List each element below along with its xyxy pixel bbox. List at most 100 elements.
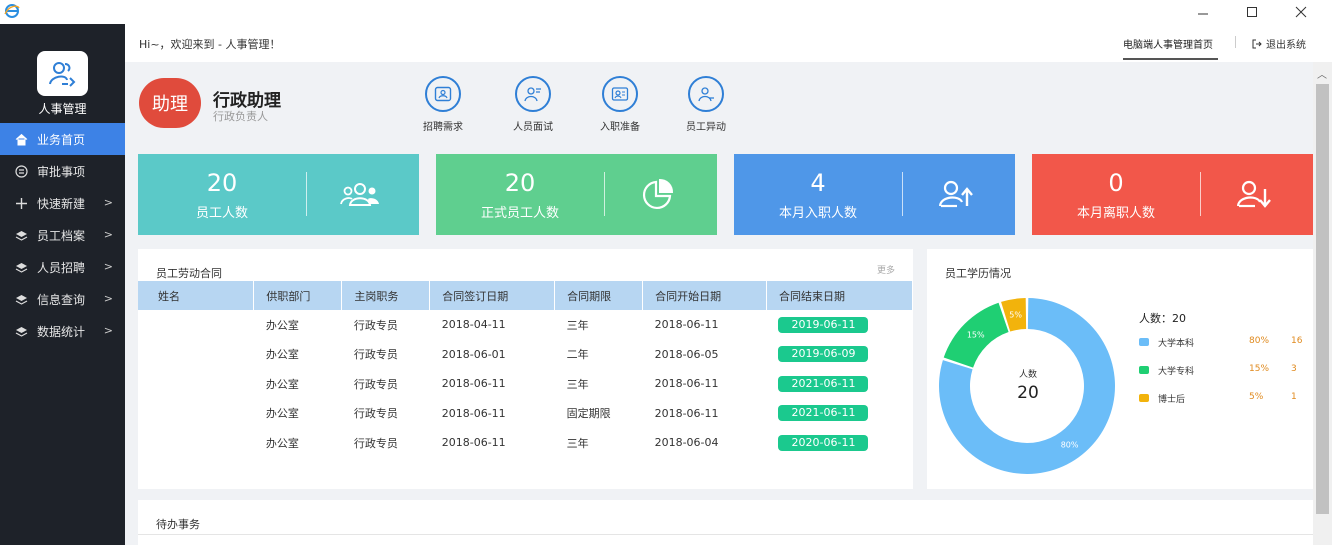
table-row[interactable]: 办公室 行政专员 2018-04-11 三年 2018-06-11 2019-06-11 — [138, 310, 913, 340]
legend-pct: 15% — [1249, 364, 1270, 374]
table-cell — [138, 428, 254, 458]
contract-end-cell: 2019-06-09 — [766, 340, 912, 370]
donut-center-value: 20 — [1017, 383, 1039, 403]
legend-pct: 5% — [1249, 392, 1264, 402]
chevron-right-icon: > — [103, 228, 113, 241]
table-cell: 固定期限 — [566, 407, 611, 421]
main-scrollbar[interactable]: ︿ — [1313, 62, 1332, 545]
quick-action-interview[interactable]: 人员面试 — [498, 76, 568, 133]
column-header[interactable]: 合同期限 — [554, 281, 644, 310]
stat-card-month-hired[interactable]: 4 本月入职人数 — [734, 154, 1015, 235]
sidebar-item-label: 审批事项 — [37, 164, 86, 179]
legend-item[interactable]: 博士后 5% 1 — [1139, 391, 1309, 405]
table-cell: 三年 — [566, 436, 589, 450]
stat-label: 正式员工人数 — [480, 206, 559, 221]
donut-slice-label: 5% — [1009, 310, 1022, 319]
sidebar-item-approvals[interactable]: 审批事项 — [0, 155, 125, 187]
table-cell: 2018-04-11 — [441, 318, 506, 332]
stat-card-employees[interactable]: 20 员工人数 — [138, 154, 419, 235]
browser-icon — [4, 4, 20, 18]
table-header-row: 姓名 供职部门 主岗职务 合同签订日期 合同期限 合同开始日期 合同结束日期 — [138, 281, 914, 310]
column-header[interactable]: 供职部门 — [253, 281, 343, 310]
table-cell: 办公室 — [265, 436, 299, 450]
table-cell: 二年 — [566, 348, 589, 362]
education-panel: 员工学历情况 80% 15% 5% 人数 20 人数：20 大学本科 80% 16 … — [927, 249, 1313, 489]
chevron-right-icon: > — [103, 324, 113, 337]
logout-link[interactable]: 退出系统 — [1252, 36, 1306, 51]
recruit-icon — [425, 76, 461, 112]
sidebar-item-home[interactable]: 业务首页 — [0, 123, 125, 155]
onboard-icon — [602, 76, 638, 112]
chevron-right-icon: > — [103, 196, 113, 209]
interview-icon — [515, 76, 551, 112]
sidebar-item-info-query[interactable]: 信息查询 > — [0, 283, 125, 315]
people-logo-icon — [48, 61, 75, 87]
stat-value: 20 — [206, 169, 238, 197]
scroll-up-icon[interactable]: ︿ — [1317, 66, 1327, 81]
table-cell — [138, 369, 254, 399]
education-donut-chart[interactable]: 80% 15% 5% 人数 20 — [932, 296, 1122, 486]
column-header[interactable]: 姓名 — [138, 281, 255, 310]
legend-item[interactable]: 大学本科 80% 16 — [1139, 335, 1309, 349]
table-row[interactable]: 办公室 行政专员 2018-06-11 固定期限 2018-06-11 2021-06-1… — [138, 399, 913, 429]
todo-divider — [138, 534, 1313, 535]
nav-home-link[interactable]: 电脑端人事管理首页 — [1123, 36, 1213, 51]
end-date-badge: 2021-06-11 — [778, 405, 869, 422]
column-header[interactable]: 合同结束日期 — [766, 281, 914, 310]
sidebar: 人事管理 业务首页 审批事项 快速新建 > 员工档案 > 人员招聘 > 信息查询 — [0, 24, 125, 545]
sidebar-item-quick-create[interactable]: 快速新建 > — [0, 187, 125, 219]
table-cell: 行政专员 — [353, 318, 398, 332]
stat-value: 4 — [810, 169, 826, 197]
sidebar-item-recruitment[interactable]: 人员招聘 > — [0, 251, 125, 283]
minimize-icon — [1198, 13, 1208, 15]
quick-action-transfer[interactable]: 员工异动 — [671, 76, 741, 133]
user-down-icon — [1232, 176, 1276, 212]
table-row[interactable]: 办公室 行政专员 2018-06-01 二年 2018-06-05 2019-06-09 — [138, 340, 913, 370]
contracts-more-link[interactable]: 更多 — [877, 263, 895, 276]
table-cell — [138, 310, 254, 340]
stat-card-formal-employees[interactable]: 20 正式员工人数 — [436, 154, 717, 235]
close-button[interactable] — [1286, 2, 1316, 22]
table-cell: 办公室 — [265, 377, 299, 391]
legend-count: 1 — [1291, 392, 1297, 402]
sidebar-item-employee-files[interactable]: 员工档案 > — [0, 219, 125, 251]
table-cell: 2018-06-11 — [654, 377, 719, 391]
table-row[interactable]: 办公室 行政专员 2018-06-11 三年 2018-06-11 2021-06-11 — [138, 369, 913, 399]
stat-value: 0 — [1108, 169, 1124, 197]
logout-label: 退出系统 — [1266, 40, 1306, 51]
contracts-table: 姓名 供职部门 主岗职务 合同签订日期 合同期限 合同开始日期 合同结束日期 办… — [138, 281, 914, 458]
column-header[interactable]: 合同开始日期 — [642, 281, 767, 310]
legend-item[interactable]: 大学专科 15% 3 — [1139, 363, 1309, 377]
contracts-title: 员工劳动合同 — [156, 267, 222, 280]
table-cell: 行政专员 — [353, 407, 398, 421]
greeting-text: Hi~，欢迎来到 - 人事管理！ — [139, 38, 281, 51]
todo-panel: 待办事务 — [138, 500, 1313, 545]
education-title: 员工学历情况 — [945, 267, 1011, 280]
donut-slice-label: 80% — [1061, 441, 1079, 450]
legend-name: 大学专科 — [1158, 367, 1195, 377]
legend-count: 16 — [1291, 336, 1303, 346]
contract-end-cell: 2021-06-11 — [766, 369, 912, 399]
quick-action-onboard[interactable]: 入职准备 — [585, 76, 655, 133]
maximize-button[interactable] — [1237, 2, 1267, 22]
sidebar-item-label: 数据统计 — [37, 324, 86, 339]
pie-icon — [636, 176, 680, 212]
stat-card-month-left[interactable]: 0 本月离职人数 — [1032, 154, 1313, 235]
sidebar-item-statistics[interactable]: 数据统计 > — [0, 315, 125, 347]
column-header[interactable]: 合同签订日期 — [429, 281, 556, 310]
column-header[interactable]: 主岗职务 — [341, 281, 431, 310]
app-logo[interactable] — [37, 51, 88, 96]
list-icon — [14, 164, 28, 178]
table-cell: 2018-06-04 — [654, 436, 719, 450]
quick-action-recruit[interactable]: 招聘需求 — [408, 76, 478, 133]
sidebar-item-label: 业务首页 — [37, 132, 86, 147]
scroll-thumb[interactable] — [1316, 84, 1329, 514]
quick-action-label: 员工异动 — [686, 122, 726, 133]
nav-divider — [1235, 36, 1236, 48]
minimize-button[interactable] — [1188, 2, 1218, 22]
table-row[interactable]: 办公室 行政专员 2018-06-11 三年 2018-06-04 2020-06-11 — [138, 428, 913, 458]
table-cell: 2018-06-11 — [441, 406, 506, 420]
layers-icon — [14, 260, 28, 274]
todo-title: 待办事务 — [156, 518, 200, 531]
table-cell: 2018-06-11 — [441, 436, 506, 450]
